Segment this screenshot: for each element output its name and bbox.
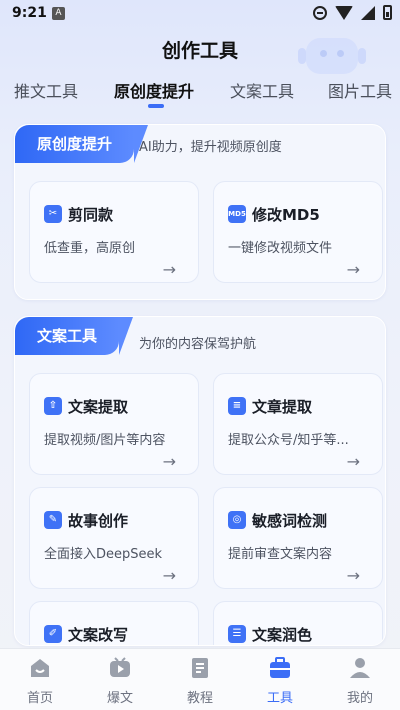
tool-name: 文案润色	[252, 626, 313, 644]
tab-copy-tools[interactable]: 文案工具	[230, 78, 294, 102]
arrow-right-icon: →	[162, 452, 176, 471]
shield-check-icon: ◎	[228, 511, 246, 529]
arrow-right-icon: →	[162, 566, 176, 585]
nav-label: 我的	[346, 691, 373, 706]
active-tab-indicator	[148, 104, 164, 108]
arrow-right-icon: →	[346, 260, 360, 279]
section-badge: 原创度提升	[15, 125, 149, 163]
section-originality: 原创度提升 AI助力，提升视频原创度 ✂ 剪同款 低查重，高原创 → MD5 修…	[14, 124, 386, 300]
bottom-nav: 首页 爆文 教程 工具 我的	[0, 648, 400, 710]
do-not-disturb-icon	[313, 5, 327, 20]
tool-desc: 低查重，高原创	[44, 241, 136, 256]
status-bar: 9:21 A	[0, 0, 400, 28]
nav-hot-articles[interactable]: 爆文	[80, 649, 160, 710]
nav-label: 教程	[186, 691, 213, 706]
user-icon	[350, 658, 370, 678]
arrow-right-icon: →	[346, 452, 360, 471]
tool-card-copy-rewrite[interactable]: ✐ 文案改写	[29, 601, 199, 645]
notification-icon: A	[52, 7, 65, 20]
arrow-right-icon: →	[162, 260, 176, 279]
battery-icon	[383, 5, 392, 20]
nav-label: 首页	[26, 691, 53, 706]
article-icon: ≡	[228, 397, 246, 415]
scissors-icon: ✂	[44, 205, 62, 223]
tab-image-tools[interactable]: 图片工具	[328, 78, 392, 102]
nav-tools[interactable]: 工具	[240, 649, 320, 710]
toolbox-icon	[270, 657, 290, 678]
tab-tweet-tools[interactable]: 推文工具	[14, 78, 78, 102]
extract-icon: ⇧	[44, 397, 62, 415]
tool-name: 敏感词检测	[252, 512, 328, 530]
tool-name: 文案改写	[68, 626, 129, 644]
tool-desc: 提取公众号/知乎等...	[228, 433, 349, 448]
nav-label: 工具	[266, 691, 293, 706]
polish-icon: ☰	[228, 625, 246, 643]
tool-card-story-creation[interactable]: ✎ 故事创作 全面接入DeepSeek →	[29, 487, 199, 589]
tool-name: 修改MD5	[252, 206, 320, 224]
section-badge: 文案工具	[15, 317, 134, 355]
home-icon	[31, 659, 49, 677]
wifi-icon	[335, 5, 353, 20]
arrow-right-icon: →	[346, 566, 360, 585]
status-time: 9:21	[12, 5, 47, 21]
tool-desc: 提前审查文案内容	[228, 547, 333, 562]
section-subtitle: AI助力，提升视频原创度	[139, 140, 282, 155]
tool-card-modify-md5[interactable]: MD5 修改MD5 一键修改视频文件 →	[213, 181, 383, 283]
tool-name: 文案提取	[68, 398, 129, 416]
nav-profile[interactable]: 我的	[320, 649, 400, 710]
tab-originality[interactable]: 原创度提升	[114, 78, 194, 102]
nav-tutorial[interactable]: 教程	[160, 649, 240, 710]
tool-card-copy-polish[interactable]: ☰ 文案润色	[213, 601, 383, 645]
section-copy-tools: 文案工具 为你的内容保驾护航 ⇧ 文案提取 提取视频/图片等内容 → ≡ 文章提…	[14, 316, 386, 646]
tool-card-sensitive-word-check[interactable]: ◎ 敏感词检测 提前审查文案内容 →	[213, 487, 383, 589]
tool-name: 故事创作	[68, 512, 129, 530]
signal-icon	[361, 5, 375, 20]
tool-card-copy-extract[interactable]: ⇧ 文案提取 提取视频/图片等内容 →	[29, 373, 199, 475]
tool-desc: 一键修改视频文件	[228, 241, 333, 256]
tab-bar: 推文工具 原创度提升 文案工具 图片工具	[0, 78, 400, 108]
tool-name: 剪同款	[68, 206, 114, 224]
video-icon	[110, 657, 130, 677]
tool-card-cut-same[interactable]: ✂ 剪同款 低查重，高原创 →	[29, 181, 199, 283]
nav-label: 爆文	[106, 691, 133, 706]
edit-icon: ✎	[44, 511, 62, 529]
section-subtitle: 为你的内容保驾护航	[139, 337, 257, 352]
tool-desc: 提取视频/图片等内容	[44, 433, 166, 448]
book-icon	[192, 658, 208, 678]
tool-name: 文章提取	[252, 398, 313, 416]
tool-desc: 全面接入DeepSeek	[44, 547, 163, 562]
pen-icon: ✐	[44, 625, 62, 643]
nav-home[interactable]: 首页	[0, 649, 80, 710]
md5-icon: MD5	[228, 205, 246, 223]
tool-card-article-extract[interactable]: ≡ 文章提取 提取公众号/知乎等... →	[213, 373, 383, 475]
page-title: 创作工具	[161, 40, 238, 62]
